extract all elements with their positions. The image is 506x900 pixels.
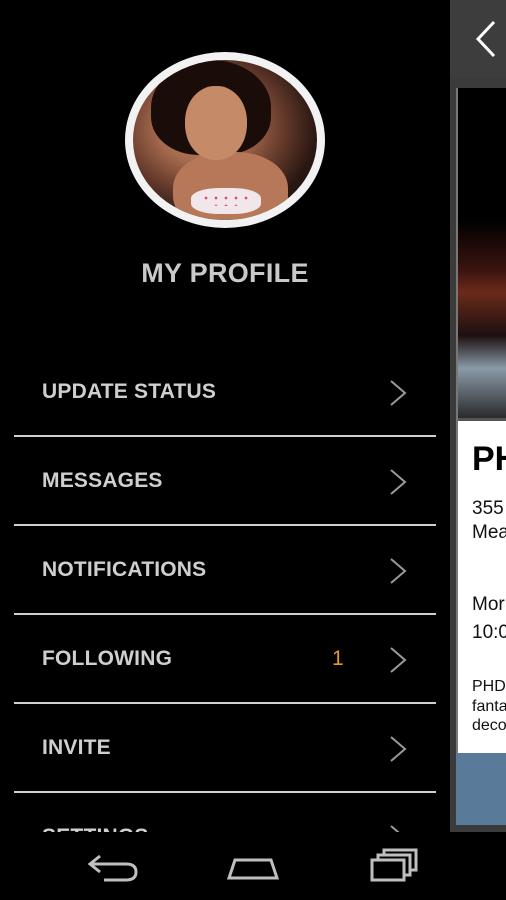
system-navigation-bar (0, 832, 506, 900)
profile-title[interactable]: MY PROFILE (0, 258, 450, 289)
home-icon[interactable] (226, 846, 280, 886)
menu-item-invite[interactable]: INVITE (14, 704, 436, 793)
navigation-drawer: MY PROFILE UPDATE STATUS MESSAGES NOTIFI… (0, 0, 450, 851)
venue-hours-line2: 10:0 (472, 622, 506, 643)
menu-item-label: MESSAGES (42, 469, 163, 492)
venue-address-line2: Mea (472, 522, 506, 543)
panel-header (450, 0, 506, 78)
venue-card[interactable]: PH 355 Mea Mor 10:0 PHD fanta deco (456, 88, 506, 753)
following-count-badge: 1 (332, 647, 344, 670)
menu-item-following[interactable]: FOLLOWING 1 (14, 615, 436, 704)
chevron-right-icon (390, 647, 407, 673)
venue-image (458, 88, 506, 421)
menu-item-notifications[interactable]: NOTIFICATIONS (14, 526, 436, 615)
venue-title: PH (472, 440, 506, 478)
chevron-right-icon (390, 558, 407, 584)
chevron-right-icon (390, 380, 407, 406)
chevron-left-icon[interactable] (474, 20, 498, 58)
chevron-right-icon (390, 469, 407, 495)
venue-address-line1: 355 (472, 498, 504, 519)
menu-item-label: FOLLOWING (42, 647, 173, 670)
menu-item-messages[interactable]: MESSAGES (14, 437, 436, 526)
chevron-right-icon (390, 736, 407, 762)
back-icon[interactable] (86, 846, 140, 886)
profile-photo (133, 60, 317, 220)
venue-desc-line1: PHD (472, 678, 506, 695)
venue-desc-line2: fanta (472, 698, 506, 715)
detail-panel[interactable]: PH 355 Mea Mor 10:0 PHD fanta deco (450, 0, 506, 832)
recents-icon[interactable] (366, 846, 420, 886)
menu-item-label: INVITE (42, 736, 111, 759)
panel-action-button[interactable] (456, 753, 506, 825)
menu-list: UPDATE STATUS MESSAGES NOTIFICATIONS FOL… (14, 348, 436, 880)
menu-item-label: NOTIFICATIONS (42, 558, 207, 581)
avatar[interactable] (125, 52, 325, 228)
menu-item-update-status[interactable]: UPDATE STATUS (14, 348, 436, 437)
venue-hours-line1: Mor (472, 594, 505, 615)
menu-item-label: UPDATE STATUS (42, 380, 217, 403)
venue-desc-line3: deco (472, 717, 506, 734)
